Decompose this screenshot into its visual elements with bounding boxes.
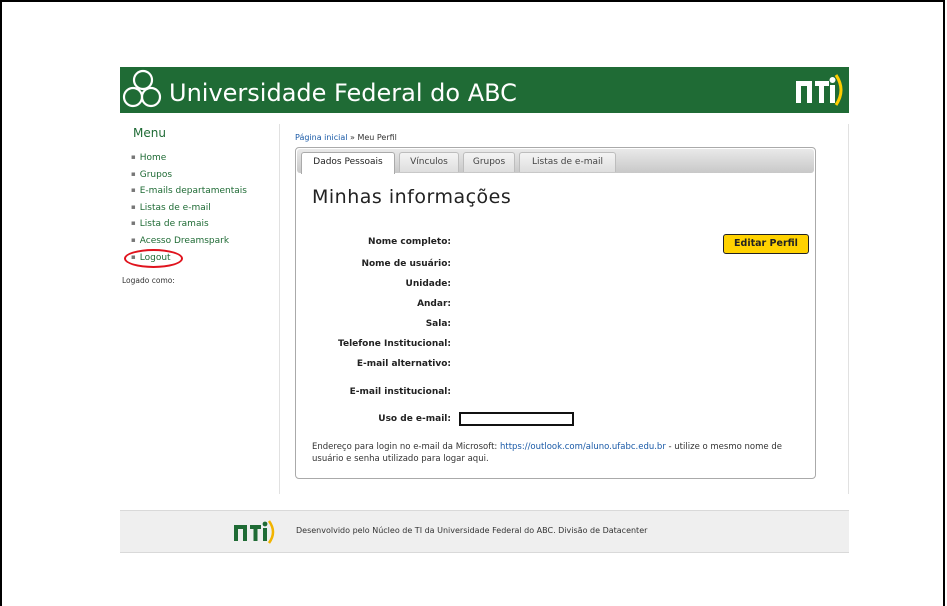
breadcrumb-current: Meu Perfil [357,133,397,142]
field-label-unidade: Unidade: [405,279,451,289]
field-label-uso-de-email: Uso de e-mail: [378,414,451,424]
sidebar-item-grupos[interactable]: Grupos [131,167,247,184]
menu-title: Menu [133,126,166,140]
field-label-nome-de-usuario: Nome de usuário: [361,259,451,269]
nti-logo-icon [796,74,843,106]
sidebar-item-listas-de-email[interactable]: Listas de e-mail [131,200,247,217]
logout-highlight-circle [124,249,183,268]
tab-dados-pessoais[interactable]: Dados Pessoais [301,152,395,174]
breadcrumb-home-link[interactable]: Página inicial [295,133,347,142]
field-label-email-alternativo: E-mail alternativo: [356,359,451,369]
field-label-email-institucional: E-mail institucional: [349,387,451,397]
site-title[interactable]: Universidade Federal do ABC [169,79,517,107]
breadcrumb: Página inicial » Meu Perfil [295,133,397,142]
edit-profile-button[interactable]: Editar Perfil [723,234,809,254]
outlook-link[interactable]: https://outlook.com/aluno.ufabc.edu.br [500,442,666,452]
logged-as-label: Logado como: [122,276,175,285]
page-title: Minhas informações [312,186,512,208]
sidebar-item-acesso-dreamspark[interactable]: Acesso Dreamspark [131,233,247,250]
field-label-andar: Andar: [417,299,451,309]
sidebar-item-emails-departamentais[interactable]: E-mails departamentais [131,183,247,200]
field-label-sala: Sala: [425,319,451,329]
sidebar-item-lista-de-ramais[interactable]: Lista de ramais [131,216,247,233]
login-note-prefix: Endereço para login no e-mail da Microso… [312,442,500,452]
field-label-telefone-institucional: Telefone Institucional: [338,339,451,349]
tab-listas-de-email[interactable]: Listas de e-mail [519,152,616,172]
footer-text: Desenvolvido pelo Núcleo de TI da Univer… [296,526,648,535]
tab-grupos[interactable]: Grupos [463,152,515,172]
field-label-nome-completo: Nome completo: [368,237,451,247]
breadcrumb-separator: » [347,133,358,142]
tab-vinculos[interactable]: Vínculos [399,152,459,172]
email-usage-field [459,412,574,426]
ufabc-logo-icon [122,69,162,108]
login-note: Endereço para login no e-mail da Microso… [312,441,792,465]
sidebar-item-home[interactable]: Home [131,150,247,167]
nti-footer-logo-icon [234,520,275,544]
